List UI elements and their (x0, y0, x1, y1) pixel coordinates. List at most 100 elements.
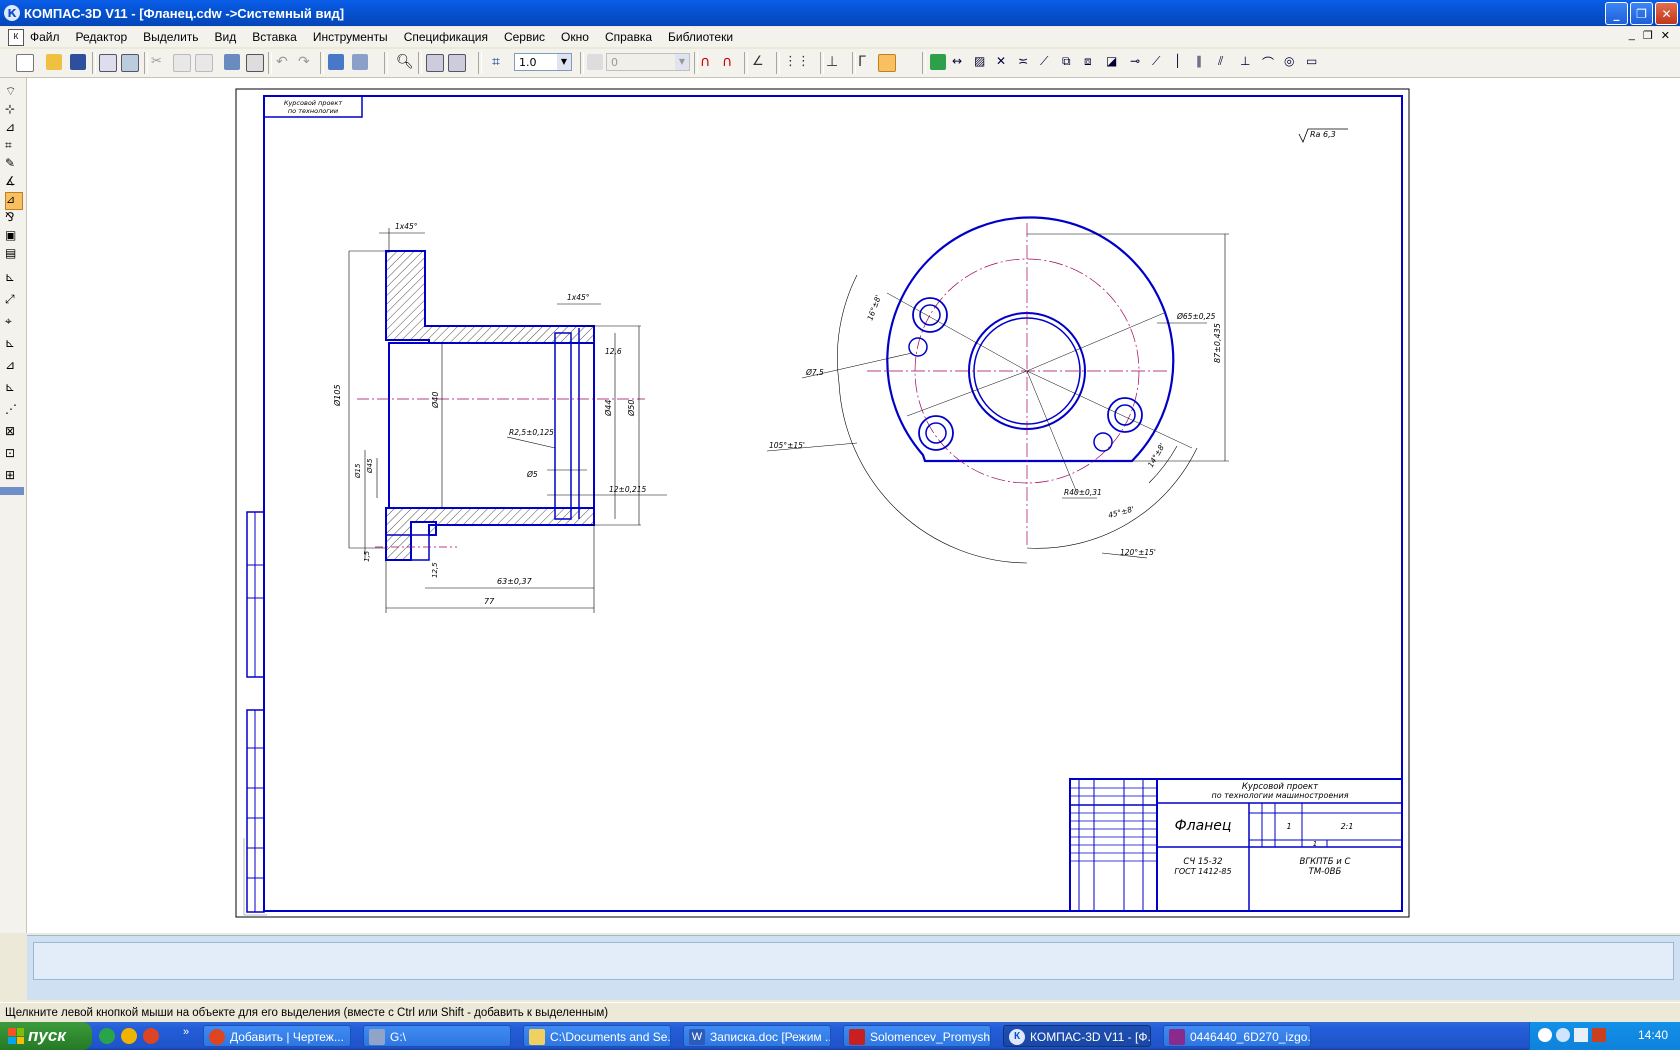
scale-object-icon[interactable]: ⧈ (1084, 54, 1100, 70)
task-word[interactable]: W Записка.doc [Режим ... (683, 1025, 831, 1047)
kompas-app-icon[interactable]: К (4, 5, 20, 21)
extend-icon[interactable]: ⟋ (1040, 54, 1056, 70)
break-icon[interactable]: ≍ (1018, 54, 1034, 70)
quicklaunch-1-icon[interactable] (99, 1028, 115, 1044)
layer-combo[interactable]: 0 ▼ (606, 53, 690, 71)
properties-icon[interactable] (246, 54, 264, 72)
menu-help[interactable]: Справка (597, 30, 660, 44)
copy-icon[interactable] (173, 54, 191, 72)
snap-grid-icon[interactable]: ⌗ (492, 54, 508, 70)
edit-tool-icon[interactable]: ✎ (5, 156, 21, 172)
constraint-7-icon[interactable]: ⋰ (5, 402, 21, 418)
constraint-9-icon[interactable]: ⊡ (5, 446, 21, 462)
menu-service[interactable]: Сервис (496, 30, 553, 44)
volume-icon[interactable] (1574, 1028, 1588, 1042)
task-winrar[interactable]: 0446440_6D270_izgo... (1163, 1025, 1311, 1047)
menu-specification[interactable]: Спецификация (396, 30, 496, 44)
chevron-down-icon[interactable]: ▼ (557, 54, 571, 70)
menu-libraries[interactable]: Библиотеки (660, 30, 741, 44)
menu-editor[interactable]: Редактор (68, 30, 136, 44)
print-preview-icon[interactable] (99, 54, 117, 72)
grid-icon[interactable]: ⋮⋮ (784, 54, 810, 70)
view-icon[interactable] (930, 54, 946, 70)
menu-view[interactable]: Вид (207, 30, 245, 44)
close-icon[interactable]: ✕ (1655, 2, 1678, 25)
chevron-down-icon[interactable]: ▼ (675, 54, 689, 70)
open-icon[interactable] (46, 54, 62, 70)
segment-icon[interactable]: ⟋ (1152, 54, 1168, 70)
zoom-window-icon[interactable] (426, 54, 444, 72)
constraint-6-icon[interactable]: ⊾ (5, 380, 21, 396)
menu-select[interactable]: Выделить (135, 30, 206, 44)
perpendicular-icon[interactable]: ⊥ (1240, 54, 1256, 70)
geometry-icon[interactable]: ⌔ (5, 84, 21, 100)
mdi-minimize-icon[interactable]: _ (1629, 29, 1635, 42)
scale-combo[interactable]: 1.0 ▼ (514, 53, 572, 71)
constraint-4-icon[interactable]: ⊾ (5, 336, 21, 352)
angle-snap-icon[interactable]: ∠ (752, 54, 768, 70)
parametric-mode-icon[interactable] (878, 54, 896, 72)
local-snap-icon[interactable]: ∩ (722, 54, 738, 70)
parallel-icon[interactable]: ∥ (1196, 54, 1212, 70)
circle-icon[interactable]: ◎ (1284, 54, 1300, 70)
slant-icon[interactable]: ⫽ (1218, 54, 1234, 70)
chrome-quicklaunch-icon[interactable] (143, 1028, 159, 1044)
panel-expander[interactable] (0, 487, 24, 495)
zoom-icon[interactable]: 🔍︎ (396, 54, 414, 70)
active-tool-icon[interactable]: ⊿ (5, 192, 23, 210)
menu-tools[interactable]: Инструменты (305, 30, 396, 44)
spec-tool-icon[interactable]: ▤ (5, 246, 21, 262)
ortho-icon[interactable]: ⊥ (826, 54, 842, 70)
tray-1-icon[interactable] (1538, 1028, 1552, 1042)
minimize-icon[interactable]: _ (1605, 2, 1628, 25)
tangent-icon[interactable]: ⌒ (1262, 54, 1278, 70)
undo-icon[interactable]: ↶ (276, 54, 292, 70)
constraint-5-icon[interactable]: ⊿ (5, 358, 21, 374)
redo-icon[interactable]: ↷ (298, 54, 314, 70)
property-panel-body[interactable] (33, 942, 1674, 980)
start-button[interactable]: пуск (0, 1022, 92, 1050)
copy-object-icon[interactable]: ⧉ (1062, 54, 1078, 70)
point-icon[interactable]: ⊸ (1130, 54, 1146, 70)
task-pdf[interactable]: Solomencev_Promysh... (843, 1025, 991, 1047)
select-tool-icon[interactable]: ▣ (5, 228, 21, 244)
rectangle-icon[interactable]: ▭ (1306, 54, 1322, 70)
linear-dim-icon[interactable]: ↔ (952, 54, 968, 70)
vertical-line-icon[interactable]: │ (1174, 54, 1190, 70)
manager-icon[interactable] (328, 54, 344, 70)
mdi-restore-icon[interactable]: ❐ (1643, 29, 1653, 42)
trim-icon[interactable]: ✕ (996, 54, 1012, 70)
magnet-snap-icon[interactable]: ∩ (700, 54, 716, 70)
parametrization-icon[interactable]: ∡ (5, 174, 21, 190)
constraint-8-icon[interactable]: ⊠ (5, 424, 21, 440)
paste-icon[interactable] (195, 54, 213, 72)
drawing-canvas[interactable]: Курсовой проект по технологии Ra 6,3 Ø10… (27, 78, 1680, 933)
restore-icon[interactable]: ❐ (1630, 2, 1653, 25)
dimension-tool-icon[interactable]: ⊿ (5, 120, 21, 136)
point-tool-icon[interactable]: ⊹ (5, 102, 21, 118)
constraint-1-icon[interactable]: ⊾ (5, 270, 21, 286)
layer-icon[interactable] (587, 54, 603, 70)
format-painter-icon[interactable] (224, 54, 240, 70)
hatch-icon[interactable]: ▨ (974, 54, 990, 70)
quicklaunch-more-icon[interactable]: » (183, 1026, 189, 1038)
new-document-icon[interactable] (16, 54, 34, 72)
symbols-tool-icon[interactable]: ⌗ (5, 138, 21, 154)
measure-icon[interactable]: ⅋ (5, 210, 21, 226)
refresh-icon[interactable] (448, 54, 466, 72)
task-kompas[interactable]: К КОМПАС-3D V11 - [Ф... (1003, 1025, 1151, 1047)
mirror-icon[interactable]: ◪ (1106, 54, 1122, 70)
library-manager-icon[interactable] (352, 54, 368, 70)
clock[interactable]: 14:40 (1638, 1028, 1668, 1042)
menu-insert[interactable]: Вставка (244, 30, 305, 44)
document-icon[interactable]: К (8, 28, 24, 46)
task-explorer[interactable]: C:\Documents and Se... (523, 1025, 671, 1047)
constraint-3-icon[interactable]: ⌖ (5, 314, 21, 330)
constraint-10-icon[interactable]: ⊞ (5, 468, 21, 484)
constraint-2-icon[interactable]: ⤢ (5, 292, 21, 308)
tray-4-icon[interactable] (1592, 1028, 1606, 1042)
print-icon[interactable] (121, 54, 139, 72)
menu-file[interactable]: Файл (30, 30, 68, 44)
menu-window[interactable]: Окно (553, 30, 597, 44)
tray-2-icon[interactable] (1556, 1028, 1570, 1042)
